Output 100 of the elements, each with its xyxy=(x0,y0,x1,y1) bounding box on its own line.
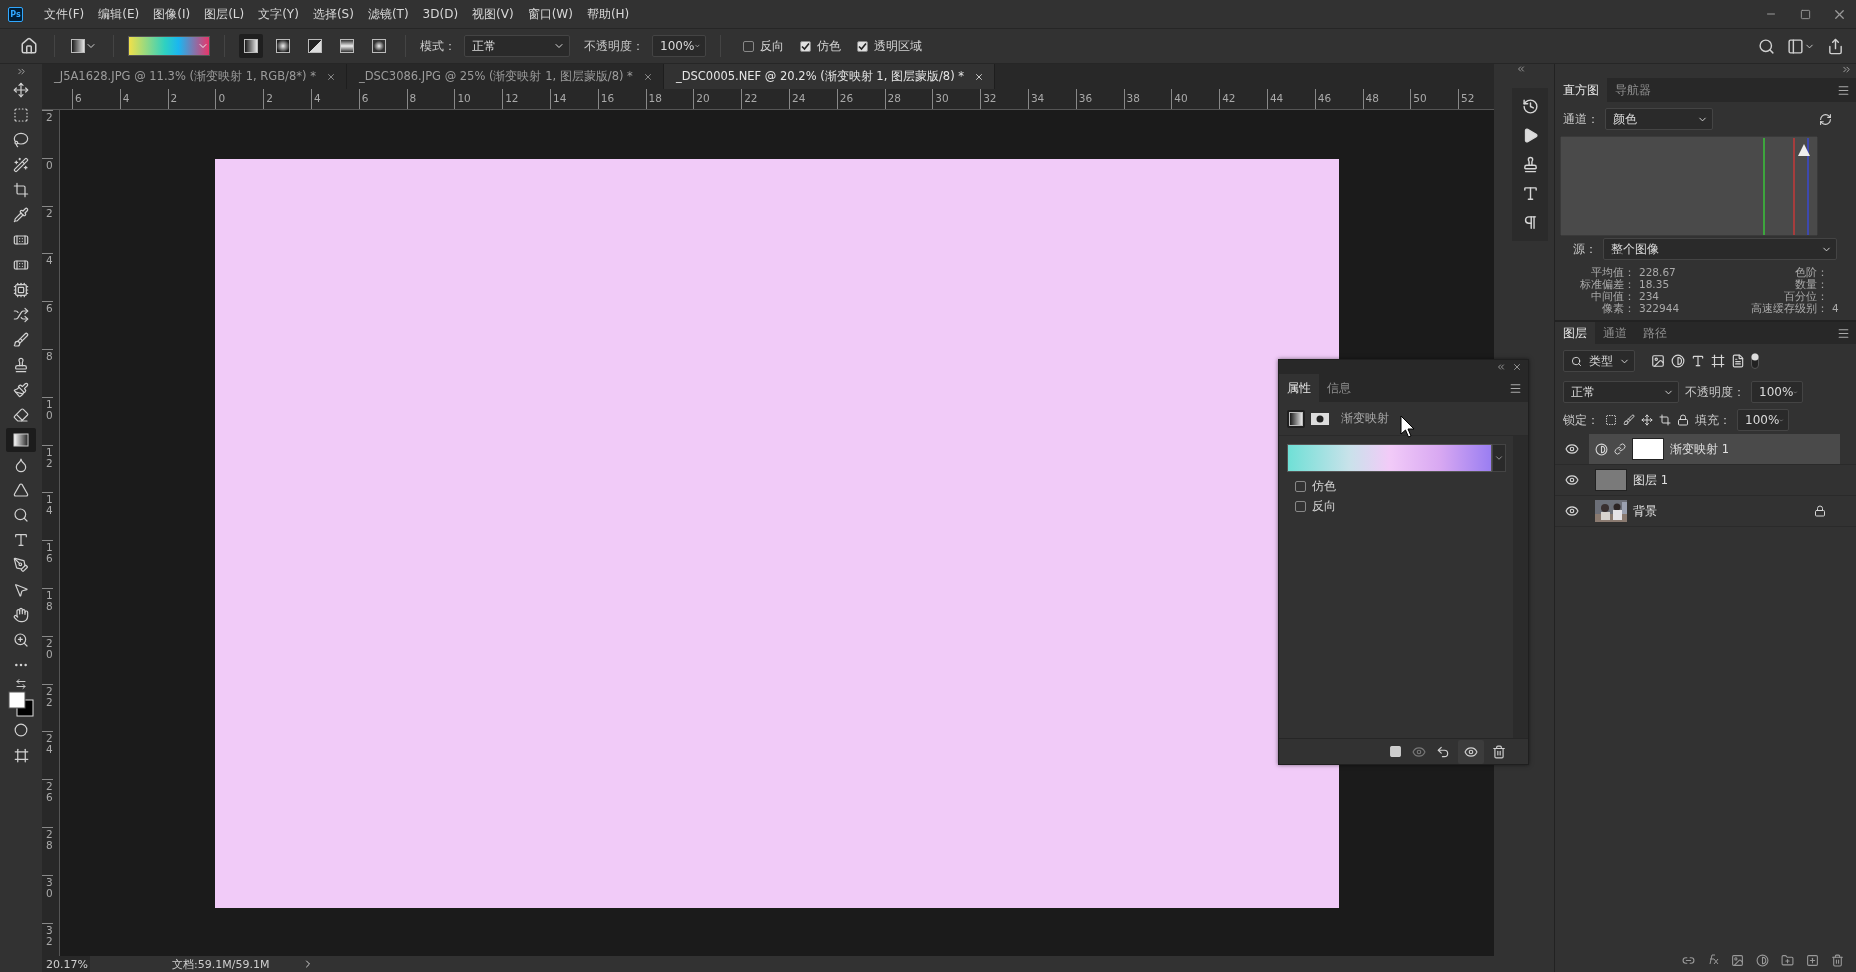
eye-icon xyxy=(1412,744,1426,759)
shape-icon[interactable] xyxy=(1711,354,1725,368)
menu-item[interactable]: 文件(F) xyxy=(37,5,92,23)
menu-item[interactable]: 编辑(E) xyxy=(91,5,147,23)
ruler-label: 14 xyxy=(42,492,53,541)
panel-tab[interactable]: 导航器 xyxy=(1607,78,1659,102)
crop-icon[interactable] xyxy=(1659,414,1671,426)
trash-icon[interactable] xyxy=(1831,953,1844,967)
gradient-type-button[interactable] xyxy=(239,34,263,58)
collapse-icon[interactable] xyxy=(1496,362,1506,372)
close-icon[interactable] xyxy=(325,71,336,82)
clip-button[interactable] xyxy=(1387,743,1404,760)
menu-item[interactable]: 文字(Y) xyxy=(251,5,306,23)
brush-icon[interactable] xyxy=(1623,414,1635,426)
eyedropper-icon xyxy=(13,207,29,223)
collapse-icon[interactable] xyxy=(1841,64,1852,75)
mask-icon[interactable] xyxy=(1311,412,1329,425)
radial-gradient-icon xyxy=(276,39,290,53)
checkbox-box[interactable] xyxy=(1295,481,1306,492)
checkbox-box[interactable] xyxy=(857,40,868,52)
menu-item[interactable]: 帮助(H) xyxy=(579,5,637,23)
checkbox-box[interactable] xyxy=(743,40,754,52)
visibility-button[interactable] xyxy=(1458,739,1484,764)
eye-icon[interactable] xyxy=(1565,442,1579,456)
ruler-label: 20 xyxy=(42,635,53,684)
filter-dropdown[interactable]: 类型 xyxy=(1563,350,1635,372)
expand-icon[interactable] xyxy=(15,66,27,77)
ruler-label: 26 xyxy=(42,779,53,827)
move-icon[interactable] xyxy=(1641,414,1653,426)
close-icon[interactable] xyxy=(974,71,985,82)
checkbox[interactable]: 反向 xyxy=(1295,498,1513,515)
character-icon[interactable] xyxy=(1521,185,1539,202)
panel-tab[interactable]: 信息 xyxy=(1319,374,1359,402)
gradient-picker[interactable] xyxy=(128,36,210,56)
menu-item[interactable]: 选择(S) xyxy=(305,5,361,23)
blend-mode-dropdown[interactable]: 正常 xyxy=(1563,381,1679,403)
layer-row[interactable]: 渐变映射 1 xyxy=(1589,434,1840,464)
type-icon[interactable] xyxy=(1691,354,1705,368)
ruler-label: 46 xyxy=(1314,89,1363,109)
lock-icon[interactable] xyxy=(1677,414,1689,426)
checkbox[interactable]: 仿色 xyxy=(1295,478,1513,495)
tool-button[interactable] xyxy=(6,428,36,452)
layer-thumbnail[interactable] xyxy=(1595,469,1627,491)
angle-gradient-icon xyxy=(308,39,322,53)
fill-field[interactable]: 100% xyxy=(1737,409,1789,431)
linear-gradient-icon xyxy=(1289,411,1303,426)
adjustment-icon[interactable] xyxy=(1671,354,1685,368)
menu-icon[interactable] xyxy=(1837,326,1850,340)
close-icon[interactable] xyxy=(642,71,653,82)
menu-item[interactable]: 图层(L) xyxy=(197,5,252,23)
menu-item[interactable]: 窗口(W) xyxy=(520,5,580,23)
layer-name: 图层 1 xyxy=(1633,472,1669,488)
mask-thumbnail[interactable] xyxy=(1632,438,1664,460)
swap-colors-icon[interactable] xyxy=(15,678,27,690)
stamp-icon[interactable] xyxy=(1521,156,1539,173)
checkbox[interactable]: 透明区域 xyxy=(857,37,922,55)
layer-row[interactable]: 图层 1 xyxy=(1589,465,1840,495)
checkbox[interactable]: 反向 xyxy=(743,37,784,55)
menu-icon[interactable] xyxy=(1509,381,1522,395)
menu-item[interactable]: 3D(D) xyxy=(415,7,466,21)
eye-icon[interactable] xyxy=(1565,473,1579,487)
collapse-icon[interactable] xyxy=(1516,64,1526,74)
adjustment-icon[interactable] xyxy=(1756,953,1769,967)
lock-pixels-icon[interactable] xyxy=(1605,414,1617,426)
checkbox-box[interactable] xyxy=(800,40,811,52)
gradient-map-button[interactable] xyxy=(1287,409,1305,428)
refresh-icon[interactable] xyxy=(1819,112,1832,126)
panel-tab[interactable]: 通道 xyxy=(1595,322,1635,344)
ruler-label: 44 xyxy=(1266,89,1315,109)
smart-object-icon[interactable] xyxy=(1731,354,1745,368)
menu-item[interactable]: 图像(I) xyxy=(146,5,198,23)
menu-item[interactable]: 滤镜(T) xyxy=(360,5,416,23)
source-dropdown[interactable]: 整个图像 xyxy=(1603,238,1837,260)
folder-icon[interactable] xyxy=(1781,953,1794,967)
checkbox[interactable]: 仿色 xyxy=(800,37,841,55)
new-layer-icon[interactable] xyxy=(1806,953,1819,967)
image-icon[interactable] xyxy=(1651,354,1665,368)
opacity-field[interactable]: 100% xyxy=(652,35,706,57)
opacity-field[interactable]: 100% xyxy=(1751,381,1803,403)
layer-row[interactable]: 背景 xyxy=(1589,496,1840,526)
ruler-label: 28 xyxy=(884,89,933,109)
eye-icon[interactable] xyxy=(1565,504,1579,518)
filter-toggle[interactable] xyxy=(1751,353,1759,369)
color-swatches[interactable] xyxy=(8,691,34,717)
mode-dropdown[interactable]: 正常 xyxy=(464,35,570,57)
panel-tab[interactable]: 属性 xyxy=(1279,374,1319,402)
menu-item[interactable]: 视图(V) xyxy=(465,5,521,23)
document-tab[interactable]: _DSC0005.NEF @ 20.2% (渐变映射 1, 图层蒙版/8) * xyxy=(663,64,996,89)
close-icon[interactable] xyxy=(1512,362,1522,372)
menu-icon[interactable] xyxy=(1837,83,1850,97)
lasso-icon xyxy=(13,132,29,148)
zoom-level: 20.17% xyxy=(42,956,90,972)
panel-tab[interactable]: 图层 xyxy=(1555,322,1595,344)
panel-tab[interactable]: 直方图 xyxy=(1555,78,1607,102)
checkbox-box[interactable] xyxy=(1295,501,1306,512)
history-icon[interactable] xyxy=(1521,98,1539,115)
gradient-map-picker[interactable] xyxy=(1287,444,1492,472)
channel-dropdown[interactable]: 颜色 xyxy=(1605,108,1713,130)
panel-tab[interactable]: 路径 xyxy=(1635,322,1675,344)
ruler-label: 30 xyxy=(42,874,53,923)
